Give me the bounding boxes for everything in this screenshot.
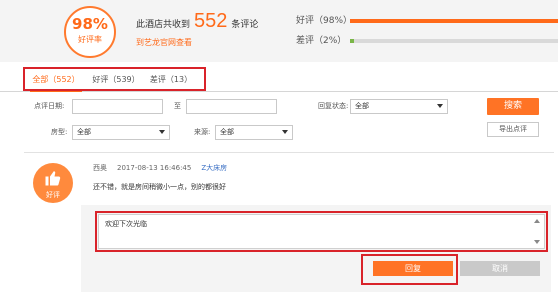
source-select[interactable]: 全部	[215, 125, 293, 140]
review-room-type: Z大床房	[201, 164, 228, 172]
date-label: 点评日期:	[34, 102, 65, 110]
reply-textarea[interactable]: 欢迎下次光临	[98, 214, 545, 249]
positive-rate-label: 好评率	[78, 35, 102, 44]
section-divider	[24, 152, 554, 153]
reply-status-value: 全部	[355, 102, 369, 110]
positive-rate-badge: 98% 好评率	[64, 6, 116, 58]
review-type-label: 好评	[46, 191, 60, 199]
review-datetime: 2017-08-13 16:46:45	[117, 164, 192, 172]
review-content: 还不错，就是房间稍微小一点，别的都很好	[93, 183, 226, 191]
source-label: 来源:	[194, 128, 211, 136]
filter-panel: 点评日期: 至 回复状态: 全部 房型: 全部 来源: 全部 搜索 导出点评	[0, 92, 558, 150]
chevron-down-icon	[437, 104, 443, 108]
date-from-input[interactable]	[72, 99, 163, 114]
positive-bar-fill	[350, 19, 558, 23]
review-meta: 西奥 2017-08-13 16:46:45 Z大床房	[93, 163, 237, 173]
review-type-avatar: 好评	[33, 163, 73, 203]
room-type-value: 全部	[77, 128, 91, 136]
reviewer-name: 西奥	[93, 164, 107, 172]
positive-bar-label: 好评（98%）	[296, 16, 353, 26]
review-filter-tabs: 全部（552） 好评（539） 差评（13）	[0, 66, 558, 92]
reply-text: 欢迎下次光临	[105, 220, 147, 228]
negative-bar-track	[350, 39, 558, 43]
room-type-select[interactable]: 全部	[72, 125, 170, 140]
total-reviews-prefix: 此酒店共收到	[136, 20, 191, 30]
chevron-down-icon	[159, 130, 165, 134]
date-to-label: 至	[174, 102, 181, 110]
view-on-elong-link[interactable]: 到艺龙官网查看	[136, 37, 192, 48]
total-reviews-suffix: 条评论	[231, 20, 259, 30]
reply-button[interactable]: 回复	[373, 261, 453, 276]
scroll-down-icon[interactable]	[534, 240, 540, 244]
date-to-input[interactable]	[186, 99, 277, 114]
rating-summary: 98% 好评率 此酒店共收到 552 条评论 到艺龙官网查看 好评（98%） 差评（…	[0, 0, 558, 62]
export-reviews-button[interactable]: 导出点评	[487, 122, 539, 137]
tab-positive[interactable]: 好评（539）	[90, 70, 142, 92]
tab-all[interactable]: 全部（552）	[30, 70, 82, 92]
search-button[interactable]: 搜索	[487, 98, 539, 115]
scroll-up-icon[interactable]	[534, 219, 540, 223]
source-value: 全部	[220, 128, 234, 136]
total-reviews-line: 此酒店共收到 552 条评论	[136, 10, 258, 34]
thumbs-up-icon	[45, 171, 61, 186]
negative-bar-label: 差评（2%）	[296, 36, 347, 46]
cancel-button[interactable]: 取消	[460, 261, 540, 276]
reply-status-select[interactable]: 全部	[350, 99, 448, 114]
tab-negative[interactable]: 差评（13）	[147, 70, 195, 92]
total-reviews-count: 552	[194, 10, 228, 32]
positive-bar-track	[350, 19, 558, 23]
review-management-page: 98% 好评率 此酒店共收到 552 条评论 到艺龙官网查看 好评（98%） 差评（…	[0, 0, 558, 296]
negative-bar-fill	[350, 39, 355, 43]
reply-status-label: 回复状态:	[318, 102, 349, 110]
room-type-label: 房型:	[51, 128, 68, 136]
positive-rate-value: 98%	[72, 15, 108, 33]
chevron-down-icon	[282, 130, 288, 134]
